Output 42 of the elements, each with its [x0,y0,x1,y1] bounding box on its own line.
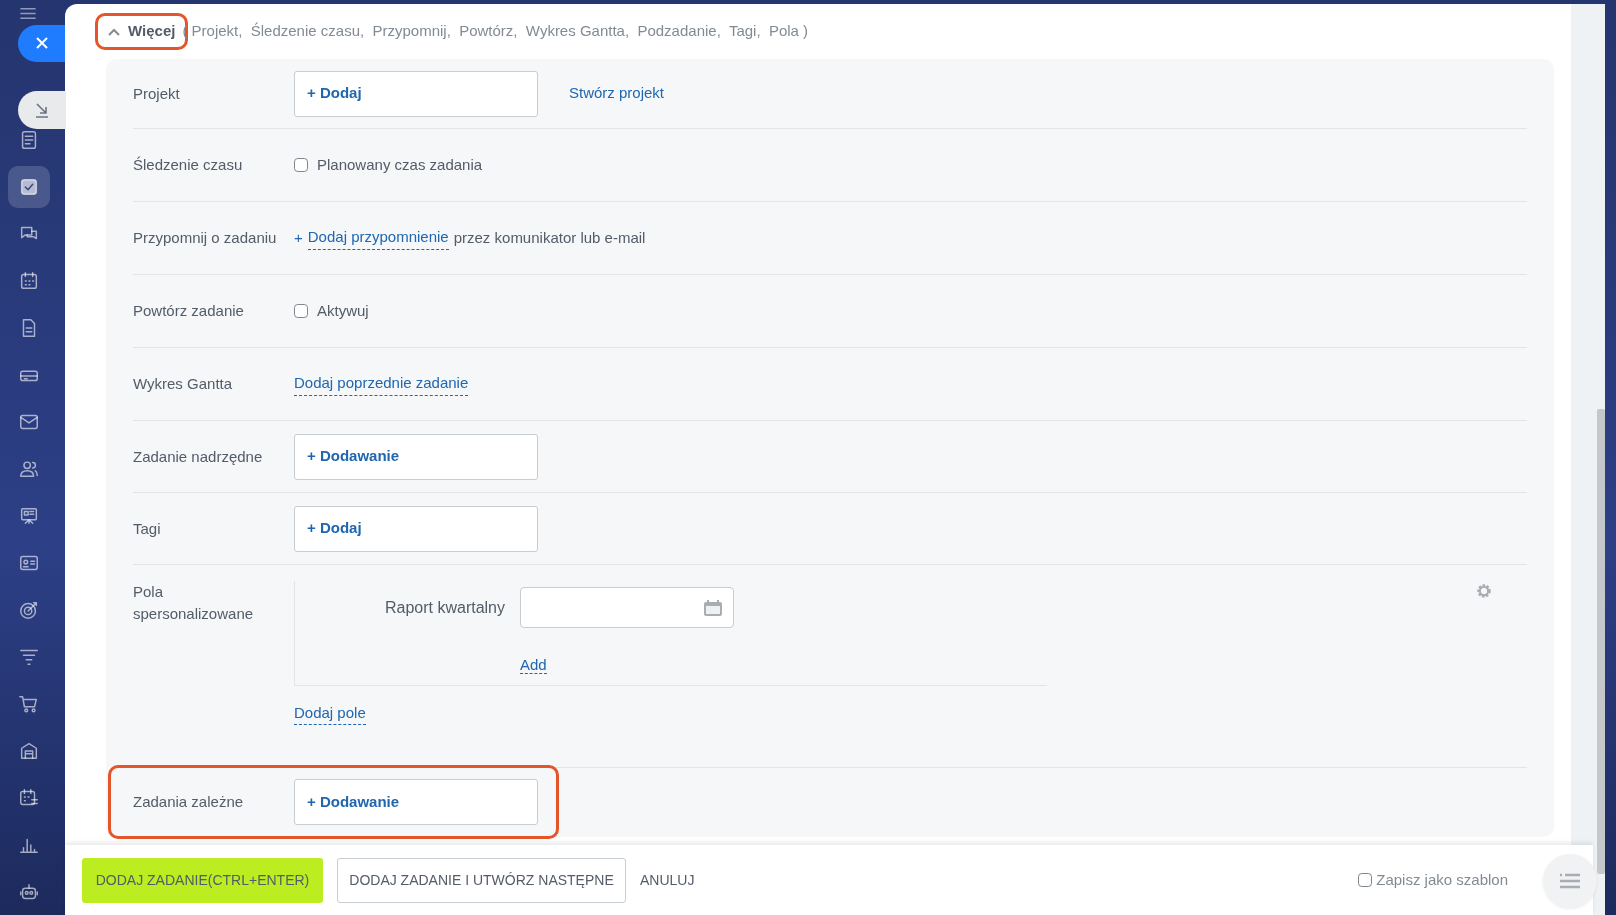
add-link[interactable]: Dodaj poprzednie zadanie [294,372,469,396]
arrow-icon [33,101,51,119]
add-and-next-button[interactable]: DODAJ ZADANIE I UTWÓRZ NASTĘPNE [337,857,626,903]
checkbox[interactable] [294,304,308,318]
add-button[interactable]: + Dodaj [294,70,538,117]
collapse-button[interactable] [18,91,66,129]
add-task-button[interactable]: DODAJ ZADANIE(CTRL+ENTER) [82,857,323,903]
scrollbar-thumb[interactable] [1597,409,1605,874]
more-toggle[interactable]: Więcej [108,20,176,43]
calendar-icon [18,269,40,292]
field-label: Pola spersonalizowane [133,582,255,624]
field-label: Projekt [133,83,181,104]
sidebar-item[interactable] [8,165,50,208]
close-icon [35,36,49,51]
add-link[interactable]: Add [520,656,547,674]
add-field-link[interactable]: Dodaj pole [294,701,366,725]
field-label: Śledzenie czasu [133,155,244,175]
create-link[interactable]: Stwórz projekt [569,82,665,105]
reminder-hint: przez komunikator lub e-mail [453,227,646,248]
list-icon [1559,873,1581,889]
date-field[interactable] [520,587,734,628]
chevron-icon [108,27,120,36]
checkbox-label: Aktywuj [317,300,369,321]
field-label: Raport kwartalny [383,597,506,618]
sections-summary: ( Projekt, Śledzenie czasu, Przypomnij, Powtórz, Wykres Gantta, Podzadanie, Tagi, Pola ) [182,21,809,42]
field-label: Tagi [133,518,162,539]
field-label: Powtórz zadanie [133,301,245,321]
add-button[interactable]: + Dodawanie [294,779,538,825]
field-label: Zadanie nadrzędne [133,446,264,467]
field-label: Przypomnij o zadaniu [133,228,278,248]
checkbox-label: Planowany czas zadania [317,154,483,175]
add-button[interactable]: + Dodawanie [294,433,538,480]
reminder-link[interactable]: Dodaj przypomnienie [307,226,449,250]
field-label: Wykres Gantta [133,374,234,394]
field-label: Zadania zależne [133,792,245,812]
close-button[interactable] [18,25,66,62]
checkbox-label: Zapisz jako szablon [1376,869,1508,890]
checkbox[interactable] [294,158,308,172]
add-button[interactable]: + Dodaj [294,505,538,552]
cancel-button[interactable]: ANULUJ [640,869,695,891]
plus-icon: + [294,226,303,250]
checkbox[interactable] [1358,873,1373,887]
